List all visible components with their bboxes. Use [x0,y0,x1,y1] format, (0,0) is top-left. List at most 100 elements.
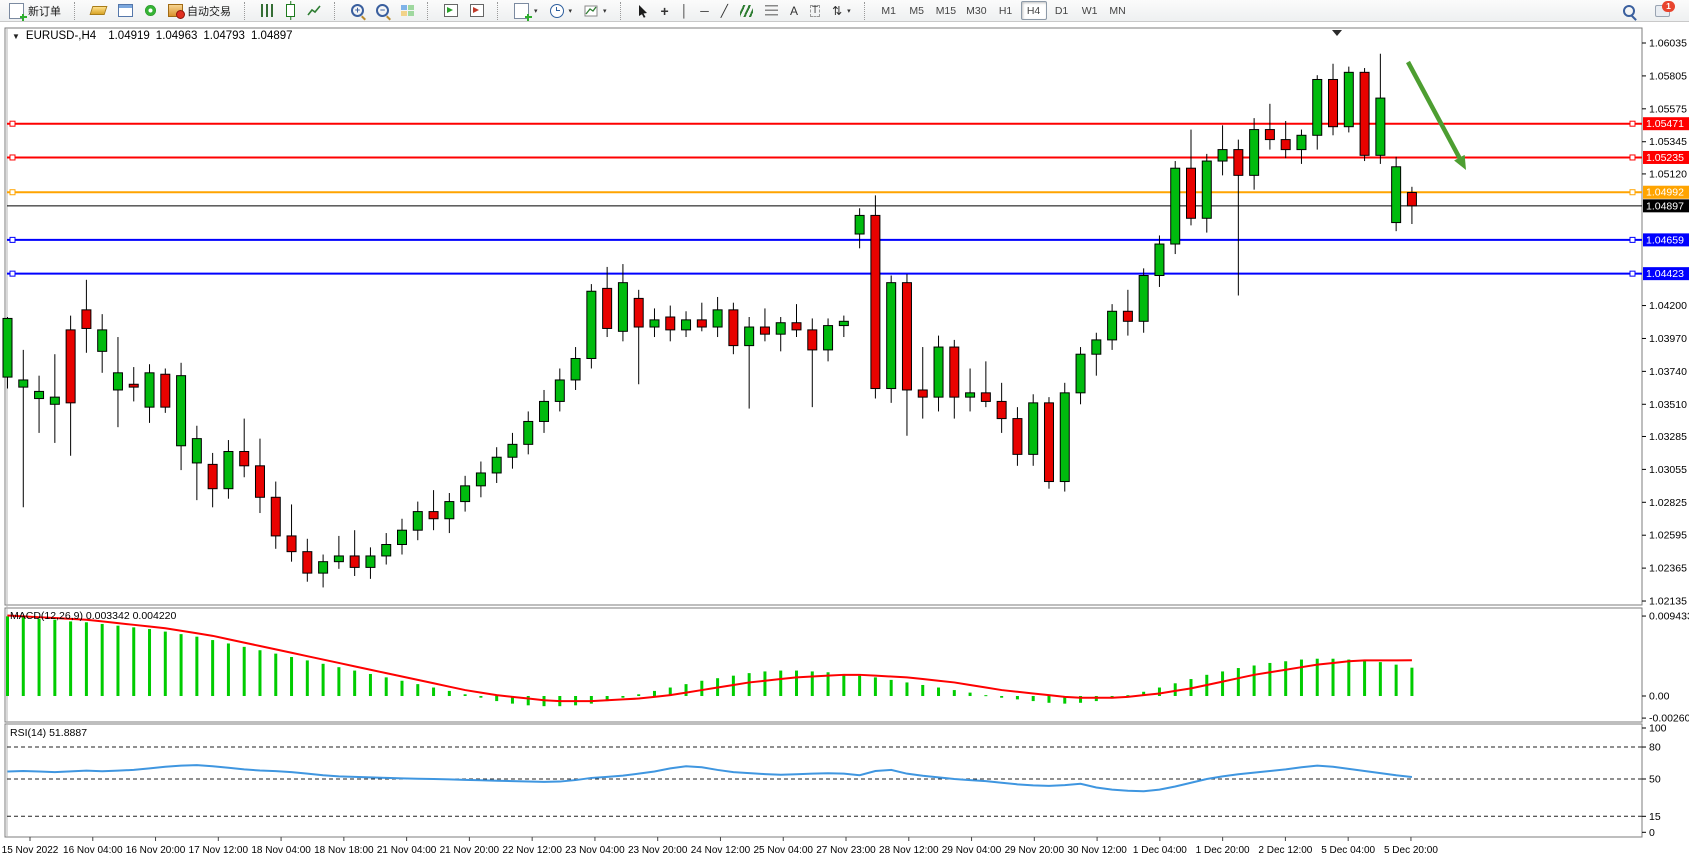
chart-window[interactable]: ▼ EURUSD-,H4 1.04919 1.04963 1.04793 1.0… [0,22,1689,859]
signals-button[interactable] [140,1,161,20]
zoom-in-button[interactable]: + [346,1,369,20]
price-chart-svg[interactable]: 1.060351.058051.055751.053451.051201.042… [0,22,1689,859]
macd-histogram-bar [527,696,530,705]
candle-body [145,373,154,407]
fibonacci-button[interactable] [760,1,783,20]
candle-body [1407,193,1416,206]
new-chart-button[interactable]: ▾ [509,1,543,20]
timeframe-MN[interactable]: MN [1105,1,1131,20]
crosshair-icon: + [661,4,669,18]
chart-panel[interactable] [5,724,1642,837]
level-handle[interactable] [1630,271,1635,276]
timeframe-H4[interactable]: H4 [1021,1,1047,20]
timeframe-M1[interactable]: M1 [876,1,902,20]
price-tick-label: 1.03740 [1649,366,1687,378]
time-axis[interactable]: 15 Nov 202216 Nov 04:0016 Nov 20:0017 No… [2,837,1439,856]
macd-histogram-bar [1395,665,1398,696]
zoom-out-icon: − [376,4,389,17]
trendline-icon: ╱ [721,4,728,18]
symbol-period-label: EURUSD-,H4 [26,30,96,42]
horizontal-line-button[interactable]: ─ [695,1,714,20]
zoom-out-button[interactable]: − [371,1,394,20]
timeframe-M30[interactable]: M30 [962,1,990,20]
channel-button[interactable] [735,1,758,20]
templates-button[interactable]: ▾ [579,1,612,20]
toolbar-separator [620,2,626,20]
candlestick-chart-button[interactable] [281,1,300,20]
chart-shift-button[interactable] [465,1,489,20]
toolbar-group-order: 新订单 [4,1,66,20]
autotrading-icon [168,4,183,17]
line-chart-button[interactable] [302,1,326,20]
search-icon [1623,5,1635,17]
cursor-button[interactable] [632,1,654,20]
candle-body [287,536,296,552]
timeframe-H1[interactable]: H1 [993,1,1019,20]
candle-body [240,451,249,465]
toolbar-separator [334,2,340,20]
level-handle[interactable] [10,271,15,276]
candle-body [1108,311,1117,340]
timeframe-D1[interactable]: D1 [1049,1,1075,20]
candle-body [1139,276,1148,322]
level-handle[interactable] [10,190,15,195]
timeframe-M15[interactable]: M15 [932,1,960,20]
macd-histogram-bar [274,654,277,696]
bar-chart-button[interactable] [256,1,279,20]
new-order-label: 新订单 [28,3,61,19]
rsi-label: RSI(14) 51.8887 [10,727,87,739]
arrows-tool-button[interactable]: ⇅ ▾ [827,1,856,20]
vertical-line-button[interactable]: │ [676,1,694,20]
macd-histogram-bar [116,626,119,696]
label-tool-button[interactable]: T [805,1,825,20]
candle-body [366,556,375,567]
periods-button[interactable]: ▾ [545,1,578,20]
macd-histogram-bar [479,696,482,698]
timeframe-M5[interactable]: M5 [904,1,930,20]
price-tick-label: 1.06035 [1649,38,1687,50]
candle-body [666,317,675,330]
new-order-button[interactable]: 新订单 [4,1,66,20]
autotrading-button[interactable]: 自动交易 [163,1,236,20]
macd-histogram-bar [448,691,451,696]
level-handle[interactable] [10,155,15,160]
timeframe-W1[interactable]: W1 [1077,1,1103,20]
chevron-down-icon: ▾ [847,7,851,15]
level-handle[interactable] [1630,155,1635,160]
macd-histogram-bar [495,696,498,701]
toolbar-separator [74,2,80,20]
tile-windows-button[interactable] [396,1,419,20]
level-handle[interactable] [1630,237,1635,242]
text-tool-button[interactable]: A [785,1,803,20]
candle-body [161,374,170,407]
crosshair-button[interactable]: + [656,1,674,20]
candle-body [271,497,280,536]
tile-windows-icon [401,5,414,17]
level-handle[interactable] [1630,190,1635,195]
macd-histogram-bar [306,660,309,696]
time-tick-label: 15 Nov 2022 [2,845,59,856]
chart-menu-caret-icon[interactable]: ▼ [12,32,20,41]
rsi-tick-label: 15 [1649,811,1661,823]
market-watch-button[interactable] [113,1,138,20]
level-handle[interactable] [10,237,15,242]
search-button[interactable] [1618,1,1640,20]
candle-body [1250,130,1259,176]
auto-scroll-button[interactable] [439,1,463,20]
candle-body [839,321,848,325]
candle-body [713,310,722,327]
candle-body [192,439,201,463]
price-tick-label: 1.03970 [1649,333,1687,345]
macd-histogram-bar [1363,660,1366,696]
macd-histogram-bar [590,696,593,704]
candle-body [492,457,501,473]
deposit-button[interactable] [86,1,111,20]
level-handle[interactable] [10,121,15,126]
chart-panel[interactable] [5,28,1642,605]
level-handle[interactable] [1630,121,1635,126]
notifications-button[interactable]: 1 [1650,1,1675,20]
trendline-button[interactable]: ╱ [716,1,733,20]
time-tick-label: 24 Nov 12:00 [691,845,751,856]
macd-histogram-bar [653,691,656,696]
candle-body [650,320,659,327]
